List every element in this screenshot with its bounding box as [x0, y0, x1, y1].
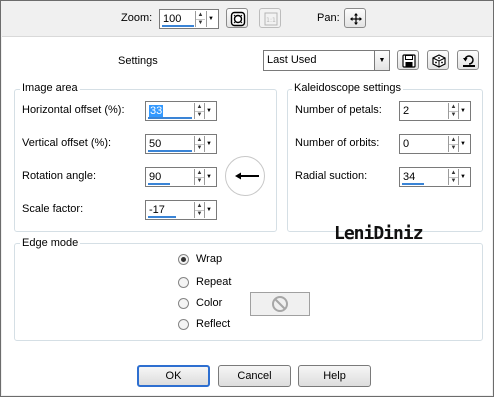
edge-mode-option-label: Repeat — [196, 276, 232, 288]
suction-value[interactable]: 34 — [403, 171, 415, 183]
edge-mode-option-label: Color — [196, 297, 223, 309]
dialog-window: Zoom: 100 ▲ ▼ ▼ 1:1 Pan: Settings Last U… — [0, 0, 494, 397]
save-preset-icon — [402, 54, 416, 68]
svg-text:1:1: 1:1 — [266, 17, 276, 24]
spin-down-icon[interactable]: ▼ — [449, 177, 458, 185]
pan-button[interactable] — [344, 8, 366, 28]
dropdown-arrow-icon[interactable]: ▼ — [204, 202, 213, 218]
radio-button[interactable] — [178, 298, 189, 309]
orbits-spinner[interactable]: 0 ▲ ▼ ▼ — [399, 134, 471, 154]
rotation-angle-label: Rotation angle: — [22, 170, 96, 182]
zoom-label: Zoom: — [121, 12, 153, 24]
edge-mode-option-label: Reflect — [196, 318, 231, 330]
spin-down-icon[interactable]: ▼ — [196, 19, 205, 27]
cancel-button[interactable]: Cancel — [218, 365, 291, 387]
petals-label: Number of petals: — [295, 104, 382, 116]
randomize-button[interactable] — [427, 50, 449, 70]
save-preset-button[interactable] — [397, 50, 419, 70]
watermark-signature: LeniDiniz — [334, 223, 424, 244]
rotation-angle-dial[interactable] — [225, 156, 265, 196]
zoom-value: 100 — [163, 13, 182, 25]
vertical-offset-value[interactable]: 50 — [149, 138, 161, 150]
reset-icon — [463, 55, 475, 67]
preset-dropdown[interactable]: Last Used ▼ — [263, 50, 390, 71]
preset-value: Last Used — [267, 54, 317, 66]
settings-label: Settings — [118, 55, 158, 67]
horizontal-offset-label: Horizontal offset (%): — [22, 104, 125, 116]
radio-button[interactable] — [178, 277, 189, 288]
suction-label: Radial suction: — [295, 170, 368, 182]
help-button[interactable]: Help — [298, 365, 371, 387]
spin-down-icon[interactable]: ▼ — [449, 111, 458, 119]
radio-button[interactable] — [178, 254, 189, 265]
vertical-offset-label: Vertical offset (%): — [22, 137, 112, 149]
spin-down-icon[interactable]: ▼ — [195, 210, 204, 218]
spin-down-icon[interactable]: ▼ — [195, 111, 204, 119]
radio-button[interactable] — [178, 319, 189, 330]
proof-toggle-button[interactable] — [226, 8, 248, 28]
chevron-down-icon[interactable]: ▼ — [374, 51, 389, 70]
dropdown-arrow-icon[interactable]: ▼ — [458, 136, 467, 152]
rotation-angle-spinner[interactable]: 90 ▲ ▼ ▼ — [145, 167, 217, 187]
none-color-icon — [272, 296, 288, 312]
edge-color-swatch[interactable] — [250, 292, 310, 316]
spin-down-icon[interactable]: ▼ — [195, 177, 204, 185]
petals-value[interactable]: 2 — [403, 105, 409, 117]
dropdown-arrow-icon[interactable]: ▼ — [204, 103, 213, 119]
reset-button[interactable] — [457, 50, 479, 70]
scale-factor-spinner[interactable]: -17 ▲ ▼ ▼ — [145, 200, 217, 220]
edge-mode-option-label: Wrap — [196, 253, 223, 265]
orbits-value[interactable]: 0 — [403, 138, 409, 150]
proof-toggle-icon — [230, 11, 246, 27]
pan-move-icon — [350, 13, 362, 25]
horizontal-offset-value[interactable]: 33 — [149, 105, 164, 117]
edge-mode-group — [14, 243, 483, 341]
suction-spinner[interactable]: 34 ▲ ▼ ▼ — [399, 167, 471, 187]
dropdown-arrow-icon[interactable]: ▼ — [204, 136, 213, 152]
rotation-angle-value[interactable]: 90 — [149, 171, 161, 183]
kaleidoscope-settings-title: Kaleidoscope settings — [292, 82, 404, 94]
vertical-offset-spinner[interactable]: 50 ▲ ▼ ▼ — [145, 134, 217, 154]
petals-spinner[interactable]: 2 ▲ ▼ ▼ — [399, 101, 471, 121]
image-area-title: Image area — [20, 82, 80, 94]
scale-factor-label: Scale factor: — [22, 203, 84, 215]
spin-down-icon[interactable]: ▼ — [449, 144, 458, 152]
dropdown-arrow-icon[interactable]: ▼ — [458, 169, 467, 185]
randomize-icon — [432, 54, 446, 68]
edge-mode-title: Edge mode — [20, 237, 81, 249]
angle-arrow-icon — [235, 172, 259, 180]
dropdown-arrow-icon[interactable]: ▼ — [458, 103, 467, 119]
scale-factor-value[interactable]: -17 — [149, 204, 165, 216]
orbits-label: Number of orbits: — [295, 137, 380, 149]
actual-size-button[interactable]: 1:1 — [259, 8, 281, 28]
spin-down-icon[interactable]: ▼ — [195, 144, 204, 152]
zoom-spinner[interactable]: 100 ▲ ▼ ▼ — [159, 9, 219, 29]
ok-button[interactable]: OK — [137, 365, 210, 387]
dropdown-arrow-icon[interactable]: ▼ — [206, 11, 215, 27]
dropdown-arrow-icon[interactable]: ▼ — [204, 169, 213, 185]
actual-size-icon: 1:1 — [264, 12, 278, 26]
horizontal-offset-spinner[interactable]: 33 ▲ ▼ ▼ — [145, 101, 217, 121]
pan-label: Pan: — [317, 12, 340, 24]
